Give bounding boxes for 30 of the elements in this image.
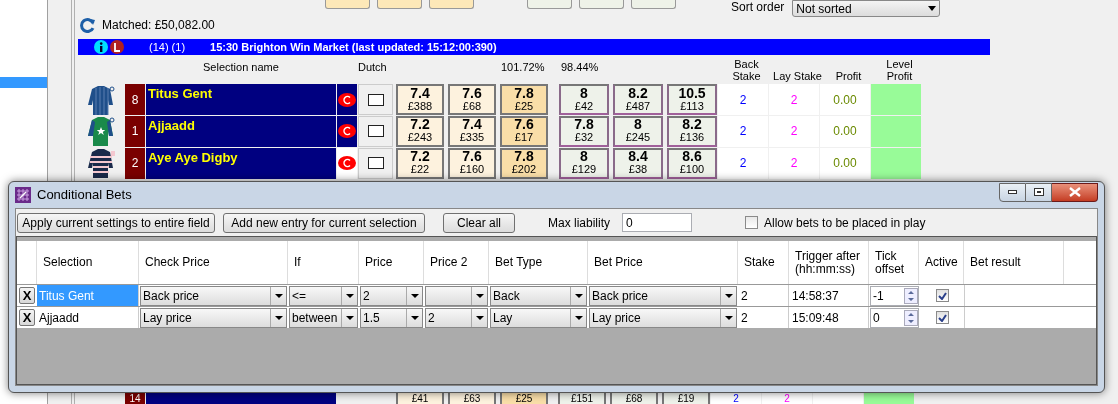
lay-stake-cell: 2: [769, 115, 819, 147]
column-header: 98.44%: [561, 59, 600, 75]
column-header: Selection name: [203, 59, 280, 75]
back-stake-cell: 2: [718, 115, 768, 147]
back-stake-cell: 2: [711, 392, 761, 404]
lay-stake-cell: 2: [762, 392, 812, 404]
profit-cell: 0.00: [820, 84, 870, 115]
dialog-title: Conditional Bets: [37, 186, 132, 205]
lay-stake-cell: 2: [769, 84, 819, 115]
max-liability-label: Max liability: [548, 214, 610, 232]
back-stake-cell: 2: [718, 84, 768, 115]
runner-number: 1: [125, 115, 145, 147]
runner-number: 8: [125, 84, 145, 115]
market-counts: (14) (1): [149, 39, 186, 55]
column-header: 101.72%: [501, 59, 546, 75]
sort-order-label: Sort order: [731, 0, 785, 16]
back-stake-cell: 2: [718, 147, 768, 179]
profit-cell: 0.00: [820, 115, 870, 147]
column-header: Dutch: [358, 59, 388, 75]
column-header: Back Stake: [731, 58, 762, 83]
column-header: Lay Stake: [772, 70, 823, 83]
column-header: Level Profit: [885, 58, 914, 83]
in-play-label: Allow bets to be placed in play: [764, 214, 926, 232]
matched-amount: Matched: £50,082.00: [102, 17, 215, 34]
market-title: 15:30 Brighton Win Market (last updated: 15:12:00:390): [210, 39, 497, 55]
runner-number: 14: [125, 392, 145, 404]
profit-cell: 0.00: [820, 147, 870, 179]
column-header: Profit: [834, 70, 863, 83]
lay-stake-cell: 2: [769, 147, 819, 179]
runner-number: 2: [125, 147, 145, 179]
